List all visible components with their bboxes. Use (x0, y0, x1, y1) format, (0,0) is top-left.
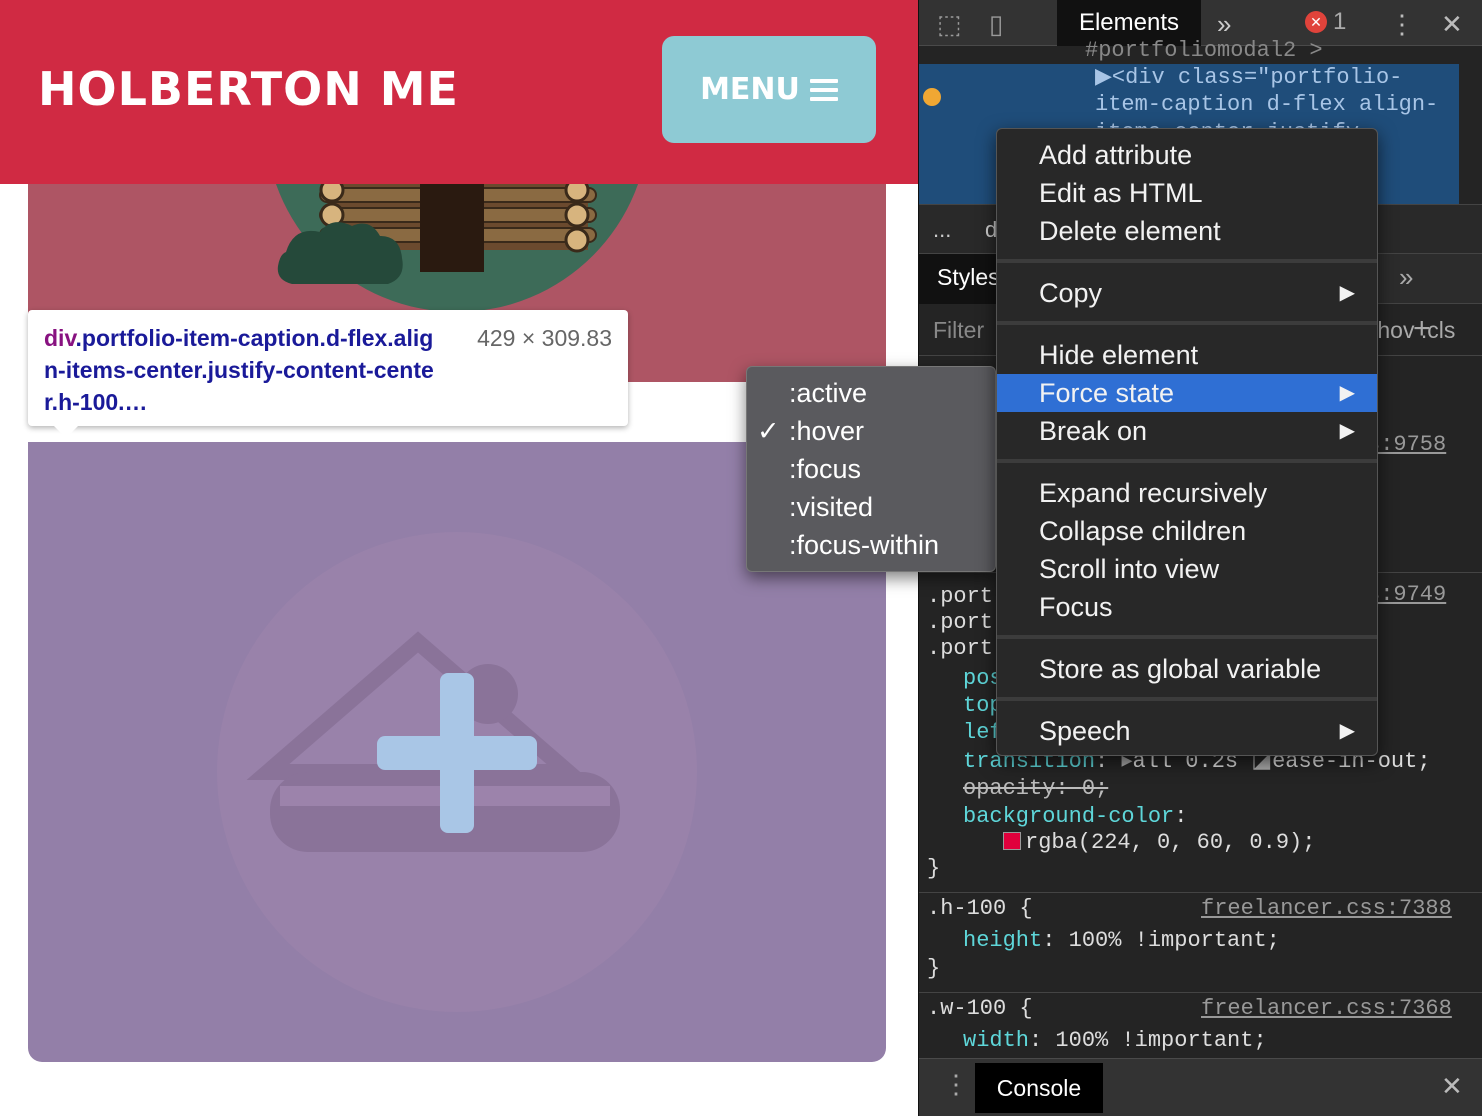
more-tabs-icon[interactable]: » (1217, 9, 1231, 40)
tooltip-classes: .portfolio-item-caption.d-flex.align-ite… (44, 325, 434, 415)
submenu-arrow-icon: ▶ (1339, 382, 1355, 404)
rule-selector: .w-100 { (927, 996, 1033, 1021)
menu-separator (997, 459, 1377, 463)
kebab-menu-icon[interactable]: ⋮ (1389, 9, 1415, 40)
rule-close-brace: } (927, 956, 941, 981)
new-rule-icon[interactable]: + (1413, 312, 1431, 346)
menu-item-copy[interactable]: Copy ▶ (997, 274, 1377, 312)
plus-icon (377, 673, 537, 833)
element-inspect-tooltip: div.portfolio-item-caption.d-flex.align-… (28, 310, 628, 438)
menu-separator (997, 697, 1377, 701)
rule-source-link[interactable]: s:9749 (1367, 582, 1446, 607)
force-state-visited[interactable]: :visited (747, 488, 995, 526)
menu-item-edit-as-html[interactable]: Edit as HTML (997, 174, 1377, 212)
css-value[interactable]: rgba(224, 0, 60, 0.9); (1003, 830, 1315, 855)
menu-item-break-on[interactable]: Break on ▶ (997, 412, 1377, 450)
rule-selector: .h-100 { (927, 896, 1033, 921)
force-state-active[interactable]: :active (747, 374, 995, 412)
error-icon[interactable]: ✕ (1305, 11, 1327, 33)
menu-button[interactable]: MENU (662, 36, 876, 143)
close-drawer-icon[interactable]: ✕ (1441, 1071, 1463, 1102)
rule-divider (919, 892, 1482, 893)
rule-selector: .port (927, 636, 994, 661)
force-state-hover[interactable]: ✓:hover (747, 412, 995, 450)
menu-item-scroll-into-view[interactable]: Scroll into view (997, 550, 1377, 588)
submenu-arrow-icon: ▶ (1339, 282, 1355, 304)
filter-input[interactable]: Filter (933, 317, 984, 344)
menu-item-add-attribute[interactable]: Add attribute (997, 136, 1377, 174)
drawer-tabbar: ⋮ Console ✕ (919, 1058, 1482, 1116)
inspect-element-icon[interactable]: ⬚ (937, 9, 962, 40)
error-count[interactable]: 1 (1333, 8, 1346, 36)
menu-item-force-state[interactable]: Force state ▶ (997, 374, 1377, 412)
tab-styles[interactable]: Styles (919, 254, 1000, 304)
rule-selector: .port (927, 610, 994, 635)
more-panes-icon[interactable]: » (1399, 262, 1413, 293)
css-declaration-opacity[interactable]: opacity: 0; (963, 776, 1108, 801)
navbar: HOLBERTON ME MENU (0, 0, 918, 184)
brand-title[interactable]: HOLBERTON ME (38, 62, 459, 116)
tooltip-size: 429 × 309.83 (477, 325, 612, 351)
submenu-arrow-icon: ▶ (1339, 720, 1355, 742)
css-declaration-width[interactable]: width: 100% !important; (963, 1028, 1267, 1053)
force-state-submenu: :active ✓:hover :focus :visited :focus-w… (746, 366, 996, 572)
menu-item-expand-recursively[interactable]: Expand recursively (997, 474, 1377, 512)
rule-source-link[interactable]: s:9758 (1367, 432, 1446, 457)
dom-line: ▶<div class="portfolio- (1095, 65, 1403, 90)
rule-close-brace: } (927, 856, 941, 881)
menu-item-delete-element[interactable]: Delete element (997, 212, 1377, 250)
drawer-menu-icon[interactable]: ⋮ (943, 1069, 969, 1100)
tooltip-selector: div.portfolio-item-caption.d-flex.align-… (44, 322, 444, 418)
rule-selector: .port (927, 584, 994, 609)
css-property[interactable]: background-color: (963, 804, 1187, 829)
element-context-menu: Add attribute Edit as HTML Delete elemen… (996, 128, 1378, 756)
checkmark-icon: ✓ (757, 416, 780, 446)
rule-source-link[interactable]: freelancer.css:7388 (1201, 896, 1452, 921)
menu-item-speech[interactable]: Speech ▶ (997, 712, 1377, 750)
device-toolbar-icon[interactable]: ▯ (989, 9, 1003, 40)
warning-dot-icon (923, 88, 941, 106)
close-devtools-icon[interactable]: ✕ (1441, 9, 1463, 40)
force-state-focus-within[interactable]: :focus-within (747, 526, 995, 564)
color-swatch-icon[interactable] (1003, 832, 1021, 850)
force-state-focus[interactable]: :focus (747, 450, 995, 488)
dom-line[interactable]: #portfoliomodal2 > (1085, 38, 1323, 63)
menu-separator (997, 321, 1377, 325)
menu-item-focus[interactable]: Focus (997, 588, 1377, 626)
menu-separator (997, 259, 1377, 263)
dom-line: item-caption d-flex align- (1095, 92, 1439, 117)
menu-item-collapse-children[interactable]: Collapse children (997, 512, 1377, 550)
submenu-arrow-icon: ▶ (1339, 420, 1355, 442)
rule-divider (919, 992, 1482, 993)
menu-button-label: MENU (700, 72, 800, 107)
menu-item-hide-element[interactable]: Hide element (997, 336, 1377, 374)
rule-source-link[interactable]: freelancer.css:7368 (1201, 996, 1452, 1021)
breadcrumb-ellipsis[interactable]: ... (933, 217, 951, 243)
hamburger-icon (809, 78, 838, 101)
menu-separator (997, 635, 1377, 639)
tooltip-tag: div (44, 325, 76, 351)
css-declaration-height[interactable]: height: 100% !important; (963, 928, 1280, 953)
tab-console[interactable]: Console (975, 1063, 1103, 1113)
menu-item-store-as-global[interactable]: Store as global variable (997, 650, 1377, 688)
